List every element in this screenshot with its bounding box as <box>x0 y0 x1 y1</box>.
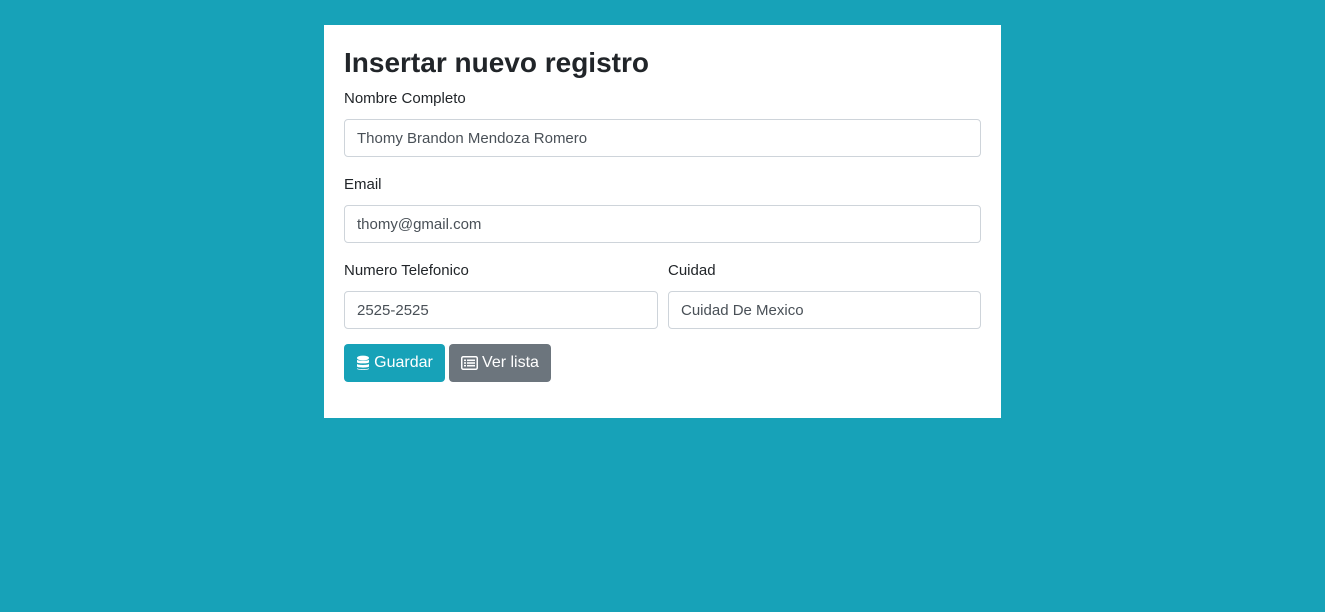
nombre-label: Nombre Completo <box>344 90 466 107</box>
telefono-input[interactable] <box>344 291 658 329</box>
list-button[interactable]: Ver lista <box>449 344 551 382</box>
telefono-group: Numero Telefonico <box>344 261 658 329</box>
save-button[interactable]: Guardar <box>344 344 445 382</box>
ciudad-input[interactable] <box>668 291 981 329</box>
email-input[interactable] <box>344 205 981 243</box>
list-button-label: Ver lista <box>482 354 539 371</box>
email-label: Email <box>344 176 382 193</box>
email-group: Email <box>344 175 981 243</box>
nombre-group: Nombre Completo <box>344 89 981 157</box>
telefono-label: Numero Telefonico <box>344 262 469 279</box>
ciudad-group: Cuidad <box>668 261 981 329</box>
list-icon <box>461 356 479 370</box>
page-title: Insertar nuevo registro <box>344 47 649 78</box>
save-button-label: Guardar <box>374 354 433 371</box>
nombre-input[interactable] <box>344 119 981 157</box>
database-icon <box>356 355 370 371</box>
form-card: Insertar nuevo registro Nombre Completo … <box>324 25 1001 418</box>
ciudad-label: Cuidad <box>668 262 716 279</box>
